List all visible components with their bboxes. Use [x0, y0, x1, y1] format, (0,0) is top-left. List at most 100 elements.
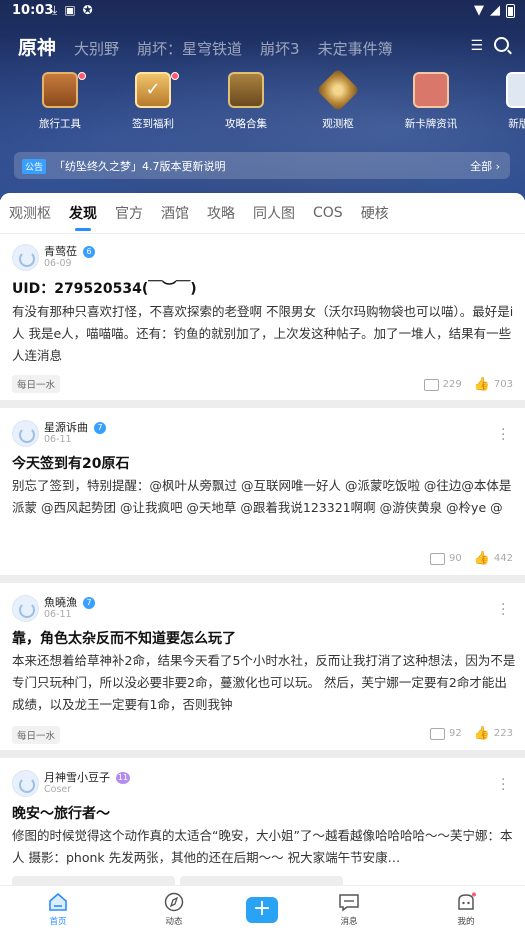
avatar[interactable] — [12, 420, 39, 447]
comment-count: 229 — [442, 379, 462, 390]
shortcut-label: 新版本 — [508, 118, 525, 130]
post-author[interactable]: 月神雪小豆子 11 — [44, 769, 130, 785]
thumbs-up-icon: 👍 — [473, 726, 490, 741]
tab-cos[interactable]: COS — [313, 205, 343, 221]
nav-label: 消息 — [340, 917, 358, 927]
status-bar: 10:03 ⤓ ▣ ✪ ▼ ◢ — [0, 0, 525, 24]
comment-button[interactable]: 90 — [429, 552, 462, 565]
badge-dot — [171, 72, 179, 80]
shortcut-label: 旅行工具 — [39, 118, 81, 130]
like-button[interactable]: 👍 703 — [474, 377, 513, 392]
all-label: 全部 — [470, 160, 493, 173]
post-topic-tag[interactable]: 每日一水 — [12, 726, 61, 744]
treasure-chest-icon — [42, 72, 86, 108]
like-button[interactable]: 👍 223 — [474, 726, 513, 741]
avatar[interactable] — [12, 595, 39, 622]
tab-tavern[interactable]: 酒馆 — [161, 203, 189, 223]
like-count: 223 — [493, 728, 513, 739]
nav-home[interactable]: 首页 — [28, 892, 88, 927]
badge-dot — [78, 72, 86, 80]
game-tab-tears-of-themis[interactable]: 未定事件簿 — [318, 38, 393, 59]
post-date: 06-09 — [44, 258, 72, 269]
post-card[interactable]: · · · 星源诉曲 7 06-11 今天签到有20原石 别忘了签到，特别提醒：@枫叶… — [0, 408, 525, 575]
post-date: Coser — [44, 784, 72, 795]
home-icon — [47, 892, 69, 912]
post-card[interactable]: 青莺莅 6 06-09 UID：279520534(￣︶￣) 有没有那种只喜欢打怪… — [0, 234, 525, 400]
version-icon — [506, 72, 525, 108]
header-banner: 10:03 ⤓ ▣ ✪ ▼ ◢ 原神 大别野 崩坏：星穹铁道 崩坏3 未定事件簿… — [0, 0, 525, 200]
post-title[interactable]: UID：279520534(￣︶￣) — [12, 278, 197, 298]
post-title[interactable]: 靠，角色太杂反而不知道要怎么玩了 — [12, 628, 236, 648]
app-icon: ✪ — [82, 3, 93, 17]
download-icon: ⤓ — [52, 3, 58, 17]
comment-count: 92 — [448, 728, 462, 739]
search-icon[interactable] — [494, 37, 509, 52]
nav-messages[interactable]: 消息 — [319, 892, 379, 927]
game-tab-star-rail[interactable]: 崩坏：星穹铁道 — [137, 38, 242, 59]
tab-guides[interactable]: 攻略 — [207, 203, 235, 223]
shortcut-new-version[interactable]: 新版本 — [484, 72, 525, 131]
post-body[interactable]: 修图的时候觉得这个动作真的太适合“晚安，大小姐”了～越看越像哈哈哈哈～～芙宁娜：… — [12, 825, 516, 869]
post-date: 06-11 — [44, 434, 72, 445]
shortcut-row: 旅行工具 ✓ 签到福利 攻略合集 观测枢 新卡牌资讯 新版本 — [0, 68, 525, 142]
more-options-icon[interactable]: · · · — [501, 598, 505, 622]
shortcut-guides[interactable]: 攻略合集 — [206, 72, 286, 131]
feed-tabs: 观测枢 发现 官方 酒馆 攻略 同人图 COS 硬核 — [0, 193, 525, 233]
status-time: 10:03 — [12, 3, 54, 18]
tab-discover[interactable]: 发现 — [69, 203, 97, 231]
menu-icon[interactable]: ☰ — [470, 38, 483, 54]
announcement-all-link[interactable]: 全部 › — [470, 158, 500, 174]
plus-icon: + — [252, 896, 272, 921]
post-author[interactable]: 青莺莅 6 — [44, 243, 95, 259]
bottom-navigation: 首页 动态 + 消息 我的 — [0, 885, 525, 934]
checkin-icon: ✓ — [135, 72, 179, 108]
profile-icon — [455, 892, 477, 912]
shortcut-checkin[interactable]: ✓ 签到福利 — [113, 72, 193, 131]
more-options-icon[interactable]: · · · — [501, 773, 505, 797]
nav-profile[interactable]: 我的 — [436, 892, 496, 927]
photo-icon: ▣ — [64, 3, 76, 17]
card-icon — [413, 72, 449, 108]
comment-button[interactable]: 92 — [429, 727, 462, 740]
tab-observatory[interactable]: 观测枢 — [9, 203, 51, 223]
level-badge: 6 — [83, 246, 95, 258]
post-body[interactable]: 有没有那种只喜欢打怪，不喜欢探索的老登啊 不限男女（沃尔玛购物袋也可以喵）。最好… — [12, 301, 516, 367]
shortcut-observatory[interactable]: 观测枢 — [298, 68, 378, 131]
message-icon — [338, 892, 360, 912]
level-badge: 7 — [83, 597, 95, 609]
post-card[interactable]: · · · 月神雪小豆子 11 Coser 晚安～旅行者～ 修图的时候觉得这个动作真的… — [0, 758, 525, 893]
shortcut-label: 攻略合集 — [225, 118, 267, 130]
post-card[interactable]: · · · 魚曉漁 7 06-11 靠，角色太杂反而不知道要怎么玩了 本来还想着给草神… — [0, 583, 525, 750]
post-author[interactable]: 星源诉曲 7 — [44, 419, 106, 435]
tab-hardcore[interactable]: 硬核 — [361, 203, 389, 223]
game-tab-dabieye[interactable]: 大别野 — [74, 38, 119, 59]
shortcut-travel-tools[interactable]: 旅行工具 — [20, 72, 100, 131]
post-topic-tag[interactable]: 每日一水 — [12, 375, 61, 393]
game-tab-honkai3[interactable]: 崩坏3 — [260, 38, 300, 59]
avatar[interactable] — [12, 244, 39, 271]
post-author[interactable]: 魚曉漁 7 — [44, 594, 95, 610]
announcement-bar[interactable]: 公告 「纺坠终久之梦」4.7版本更新说明 全部 › — [14, 152, 510, 179]
shortcut-label: 签到福利 — [132, 118, 174, 130]
post-title[interactable]: 晚安～旅行者～ — [12, 803, 110, 823]
avatar[interactable] — [12, 770, 39, 797]
chevron-right-icon: › — [495, 160, 500, 173]
more-options-icon[interactable]: · · · — [501, 423, 505, 447]
announcement-tag: 公告 — [22, 159, 47, 174]
tab-fanart[interactable]: 同人图 — [253, 203, 295, 223]
post-title[interactable]: 今天签到有20原石 — [12, 453, 129, 473]
like-button[interactable]: 👍 442 — [474, 551, 513, 566]
post-body[interactable]: 本来还想着给草神补2命，结果今天看了5个小时水社，反而让我打消了这种想法，因为不… — [12, 650, 516, 716]
game-tab-genshin[interactable]: 原神 — [18, 33, 56, 60]
nav-feed[interactable]: 动态 — [144, 892, 204, 927]
comment-button[interactable]: 229 — [423, 378, 462, 391]
comment-icon — [429, 727, 445, 740]
shortcut-card-news[interactable]: 新卡牌资讯 — [391, 72, 471, 131]
post-body[interactable]: 别忘了签到，特别提醒：@枫叶从旁飘过 @互联网唯一好人 @派蒙吃饭啦 @往边@本… — [12, 475, 516, 519]
guide-book-icon — [228, 72, 264, 108]
announcement-text: 「纺坠终久之梦」4.7版本更新说明 — [54, 160, 226, 173]
create-post-button[interactable]: + — [246, 897, 278, 923]
signal-icon: ◢ — [490, 3, 500, 18]
tab-official[interactable]: 官方 — [115, 203, 143, 223]
shortcut-label: 新卡牌资讯 — [404, 118, 458, 130]
